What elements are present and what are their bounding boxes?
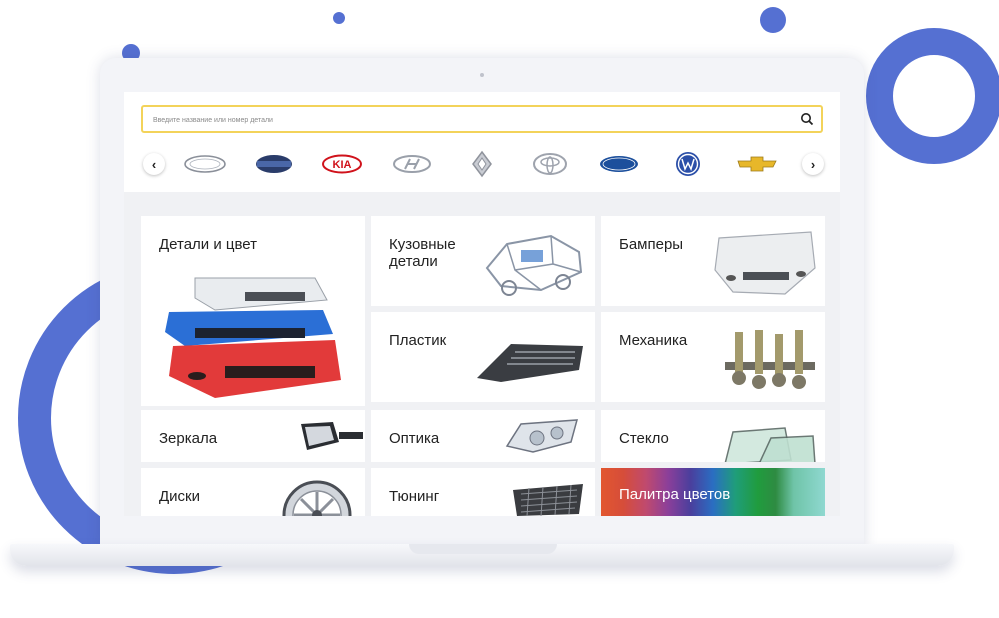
laptop-screen: ‹ › KIA bbox=[124, 92, 840, 516]
bumper-image bbox=[714, 231, 816, 295]
laptop-notch bbox=[409, 544, 557, 554]
brand-logo-ford-blue[interactable] bbox=[595, 150, 643, 178]
laptop-camera bbox=[480, 73, 484, 77]
search-input[interactable] bbox=[151, 110, 775, 130]
carousel-prev-button[interactable]: ‹ bbox=[143, 153, 165, 175]
mirror-image bbox=[301, 422, 363, 450]
chevron-left-icon: ‹ bbox=[151, 156, 157, 172]
brand-logo-kia[interactable]: KIA bbox=[318, 150, 366, 178]
crankshaft-image bbox=[725, 330, 815, 389]
brand-logo-datsun[interactable] bbox=[250, 150, 298, 178]
category-tile-plastic[interactable]: Пластик bbox=[371, 312, 595, 402]
category-tile-optics[interactable]: Оптика bbox=[371, 410, 595, 462]
decorative-dot bbox=[760, 7, 786, 33]
category-tile-mirrors[interactable]: Зеркала bbox=[141, 410, 365, 462]
headlight-image bbox=[505, 419, 579, 453]
tuning-grille-image bbox=[513, 484, 583, 516]
windshield-glass-image bbox=[724, 427, 816, 462]
car-body-frame-image bbox=[485, 234, 583, 296]
category-tile-details-and-color[interactable]: Детали и цвет bbox=[141, 216, 365, 406]
brand-logo-ford[interactable] bbox=[181, 150, 229, 178]
decorative-dot bbox=[333, 12, 345, 24]
category-tile-mechanics[interactable]: Механика bbox=[601, 312, 825, 402]
catalog-header: ‹ › KIA bbox=[124, 92, 840, 192]
category-tile-wheels[interactable]: Диски bbox=[141, 468, 365, 516]
tile-label: Детали и цвет bbox=[159, 236, 257, 253]
svg-text:KIA: KIA bbox=[333, 159, 352, 171]
category-tile-color-palette[interactable]: Палитра цветов bbox=[601, 468, 825, 516]
brand-logo-volkswagen[interactable] bbox=[664, 150, 712, 178]
tile-label: Диски bbox=[159, 488, 200, 505]
brand-logo-toyota[interactable] bbox=[526, 150, 574, 178]
brand-logo-chevrolet[interactable] bbox=[733, 150, 781, 178]
wheel-rim-image bbox=[282, 480, 352, 516]
carousel-next-button[interactable]: › bbox=[802, 153, 824, 175]
category-tile-glass[interactable]: Стекло bbox=[601, 410, 825, 462]
search-bar bbox=[141, 105, 823, 133]
chevron-right-icon: › bbox=[810, 156, 816, 172]
tile-label: Зеркала bbox=[159, 430, 218, 447]
tile-label: Оптика bbox=[389, 430, 440, 447]
tile-label: Палитра цветов bbox=[619, 486, 731, 503]
category-tile-bumpers[interactable]: Бамперы bbox=[601, 216, 825, 306]
brand-logo-renault[interactable] bbox=[458, 150, 506, 178]
category-tile-tuning[interactable]: Тюнинг bbox=[371, 468, 595, 516]
tile-label: Кузовные детали bbox=[389, 236, 456, 270]
brand-logo-hyundai[interactable] bbox=[388, 150, 436, 178]
plastic-grille-image bbox=[477, 344, 583, 382]
bumpers-stack-image bbox=[165, 277, 341, 398]
tile-label: Тюнинг bbox=[389, 488, 440, 505]
category-tile-body-parts[interactable]: Кузовные детали bbox=[371, 216, 595, 306]
search-icon[interactable] bbox=[800, 112, 814, 126]
decorative-ring-small bbox=[866, 28, 999, 164]
